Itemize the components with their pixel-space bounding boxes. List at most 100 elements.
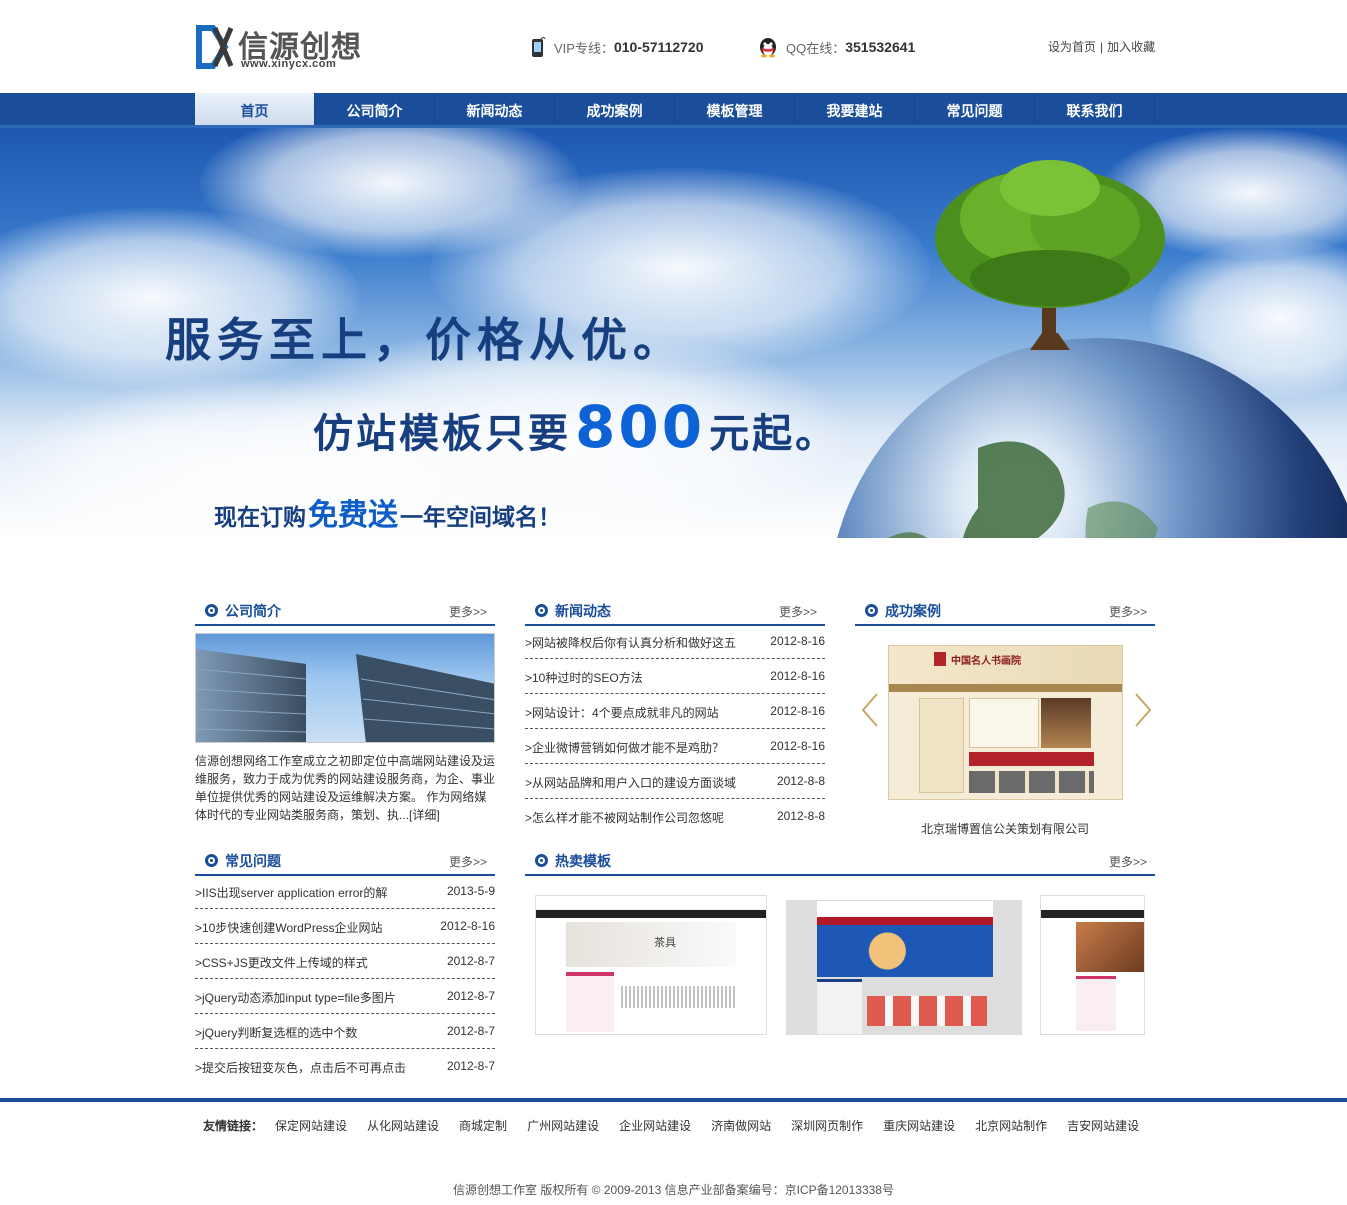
vip-number: 010-57112720 bbox=[613, 39, 704, 55]
friend-link[interactable]: 企业网站建设 bbox=[619, 1117, 691, 1134]
news-item-title[interactable]: >10种过时的SEO方法 bbox=[525, 669, 643, 686]
copyright: 信源创想工作室 版权所有 © 2009-2013 信息产业部备案编号：京ICP备… bbox=[453, 1183, 894, 1197]
banner-price-value: 800 bbox=[575, 393, 706, 461]
template-thumbnail[interactable] bbox=[786, 900, 1022, 1035]
banner-offer-prefix: 现在订购 bbox=[214, 505, 306, 531]
nav-item-faq[interactable]: 常见问题 bbox=[915, 93, 1035, 125]
tpl-topbar bbox=[536, 896, 766, 910]
template-thumbnail[interactable] bbox=[1040, 895, 1145, 1035]
about-image bbox=[195, 633, 495, 743]
tpl-navbar bbox=[1041, 910, 1144, 918]
friend-link[interactable]: 济南做网站 bbox=[711, 1117, 771, 1134]
vip-hotline: VIP专线： 010-57112720 bbox=[530, 36, 704, 58]
news-item-date: 2012-8-16 bbox=[770, 669, 825, 683]
list-item[interactable]: >jQuery动态添加input type=file多图片 2012-8-7 bbox=[195, 979, 495, 1014]
news-item-title[interactable]: >从网站品牌和用户入口的建设方面谈域 bbox=[525, 774, 736, 791]
news-item-date: 2012-8-16 bbox=[770, 739, 825, 753]
list-item[interactable]: >jQuery判断复选框的选中个数 2012-8-7 bbox=[195, 1014, 495, 1049]
banner-offer-free: 免费送 bbox=[308, 498, 398, 533]
nav-item-about[interactable]: 公司简介 bbox=[315, 93, 435, 125]
friend-link[interactable]: 保定网站建设 bbox=[275, 1117, 347, 1134]
templates-title: 热卖模板 bbox=[555, 853, 611, 869]
banner-offer-suffix: 一年空间域名！ bbox=[400, 505, 561, 531]
tpl-content bbox=[621, 986, 736, 1008]
nav-item-cases[interactable]: 成功案例 bbox=[555, 93, 675, 125]
section-bullet-icon bbox=[205, 854, 218, 867]
faq-item-title[interactable]: >提交后按钮变灰色，点击后不可再点击 bbox=[195, 1059, 406, 1076]
news-more-link[interactable]: 更多>> bbox=[779, 603, 817, 620]
qq-number: 351532641 bbox=[845, 39, 916, 55]
list-item[interactable]: >10步快速创建WordPress企业网站 2012-8-16 bbox=[195, 909, 495, 944]
tpl-sidebar bbox=[566, 972, 614, 1032]
case-caption[interactable]: 北京瑞博置信公关策划有限公司 bbox=[855, 820, 1155, 837]
faq-list: >IIS出现server application error的解 2013-5-9… bbox=[195, 874, 495, 1084]
faq-item-date: 2012-8-7 bbox=[446, 989, 495, 1003]
nav-item-contact[interactable]: 联系我们 bbox=[1035, 93, 1155, 125]
friend-link[interactable]: 深圳网页制作 bbox=[791, 1117, 863, 1134]
news-item-title[interactable]: >怎么样才能不被网站制作公司忽悠呢 bbox=[525, 809, 724, 826]
nav-item-news[interactable]: 新闻动态 bbox=[435, 93, 555, 125]
banner-price-suffix: 元起。 bbox=[709, 411, 839, 457]
list-item[interactable]: >怎么样才能不被网站制作公司忽悠呢 2012-8-8 bbox=[525, 799, 825, 834]
banner-slogan-offer: 现在订购 免费送 一年空间域名！ bbox=[214, 490, 561, 534]
list-item[interactable]: >网站被降权后你有认真分析和做好这五 2012-8-16 bbox=[525, 624, 825, 659]
tpl-products bbox=[867, 996, 987, 1026]
news-item-title[interactable]: >网站被降权后你有认真分析和做好这五 bbox=[525, 634, 736, 651]
friend-link[interactable]: 北京网站制作 bbox=[975, 1117, 1047, 1134]
tpl-navbar bbox=[536, 910, 766, 918]
cases-title: 成功案例 bbox=[885, 603, 941, 619]
friend-link[interactable]: 广州网站建设 bbox=[527, 1117, 599, 1134]
about-detail-link[interactable]: [详细] bbox=[409, 808, 440, 822]
prev-arrow-icon[interactable] bbox=[860, 692, 880, 728]
friend-link[interactable]: 吉安网站建设 bbox=[1067, 1117, 1139, 1134]
nav-item-templates[interactable]: 模板管理 bbox=[675, 93, 795, 125]
faq-item-title[interactable]: >IIS出现server application error的解 bbox=[195, 884, 387, 901]
case-header: 中国名人书画院 bbox=[889, 646, 1122, 684]
faq-item-title[interactable]: >CSS+JS更改文件上传域的样式 bbox=[195, 954, 368, 971]
banner-price-prefix: 仿站模板只要 bbox=[313, 411, 571, 457]
case-thumbnail[interactable]: 中国名人书画院 bbox=[888, 645, 1123, 800]
news-item-title[interactable]: >企业微博营销如何做才能不是鸡肋？ bbox=[525, 739, 724, 756]
list-item[interactable]: >10种过时的SEO方法 2012-8-16 bbox=[525, 659, 825, 694]
faq-item-date: 2012-8-7 bbox=[446, 1024, 495, 1038]
set-home-link[interactable]: 设为首页 bbox=[1048, 40, 1096, 54]
case-seal-icon bbox=[934, 652, 946, 666]
list-item[interactable]: >企业微博营销如何做才能不是鸡肋？ 2012-8-16 bbox=[525, 729, 825, 764]
template-thumbnail[interactable]: 茶具 bbox=[535, 895, 767, 1035]
faq-item-title[interactable]: >jQuery动态添加input type=file多图片 bbox=[195, 989, 396, 1006]
templates-more-link[interactable]: 更多>> bbox=[1109, 853, 1147, 870]
list-item[interactable]: >IIS出现server application error的解 2013-5-9 bbox=[195, 874, 495, 909]
faq-more-link[interactable]: 更多>> bbox=[449, 853, 487, 870]
case-red-banner bbox=[969, 752, 1094, 766]
friend-link[interactable]: 重庆网站建设 bbox=[883, 1117, 955, 1134]
tpl-topbar bbox=[817, 901, 993, 917]
faq-item-title[interactable]: >jQuery判断复选框的选中个数 bbox=[195, 1024, 357, 1041]
nav-item-build-site[interactable]: 我要建站 bbox=[795, 93, 915, 125]
friend-link[interactable]: 从化网站建设 bbox=[367, 1117, 439, 1134]
news-section-title: 新闻动态 更多>> bbox=[525, 600, 825, 626]
hero-banner[interactable]: 服务至上，价格从优。 仿站模板只要 800 元起。 现在订购 免费送 一年空间域… bbox=[0, 128, 1347, 538]
faq-item-date: 2012-8-7 bbox=[446, 954, 495, 968]
logo[interactable]: 信源创想 www.xinycx.com bbox=[195, 22, 365, 72]
list-item[interactable]: >网站设计：4个要点成就非凡的网站 2012-8-16 bbox=[525, 694, 825, 729]
tpl-sidebar bbox=[817, 979, 862, 1034]
list-item[interactable]: >从网站品牌和用户入口的建设方面谈域 2012-8-8 bbox=[525, 764, 825, 799]
news-item-date: 2012-8-8 bbox=[776, 774, 825, 788]
tree-icon bbox=[935, 160, 1165, 350]
about-more-link[interactable]: 更多>> bbox=[449, 603, 487, 620]
footer-divider bbox=[0, 1098, 1347, 1102]
cases-more-link[interactable]: 更多>> bbox=[1109, 603, 1147, 620]
list-item[interactable]: >提交后按钮变灰色，点击后不可再点击 2012-8-7 bbox=[195, 1049, 495, 1084]
qq-online: QQ在线： 351532641 bbox=[758, 36, 915, 58]
next-arrow-icon[interactable] bbox=[1133, 692, 1153, 728]
tpl-navbar bbox=[817, 917, 993, 925]
faq-section-title: 常见问题 更多>> bbox=[195, 850, 495, 876]
list-item[interactable]: >CSS+JS更改文件上传域的样式 2012-8-7 bbox=[195, 944, 495, 979]
qq-penguin-icon[interactable] bbox=[758, 36, 778, 58]
tpl-banner bbox=[566, 922, 736, 967]
nav-item-home[interactable]: 首页 bbox=[195, 93, 315, 125]
friend-link[interactable]: 商城定制 bbox=[459, 1117, 507, 1134]
news-item-title[interactable]: >网站设计：4个要点成就非凡的网站 bbox=[525, 704, 719, 721]
faq-item-title[interactable]: >10步快速创建WordPress企业网站 bbox=[195, 919, 382, 936]
add-favorite-link[interactable]: 加入收藏 bbox=[1107, 40, 1155, 54]
